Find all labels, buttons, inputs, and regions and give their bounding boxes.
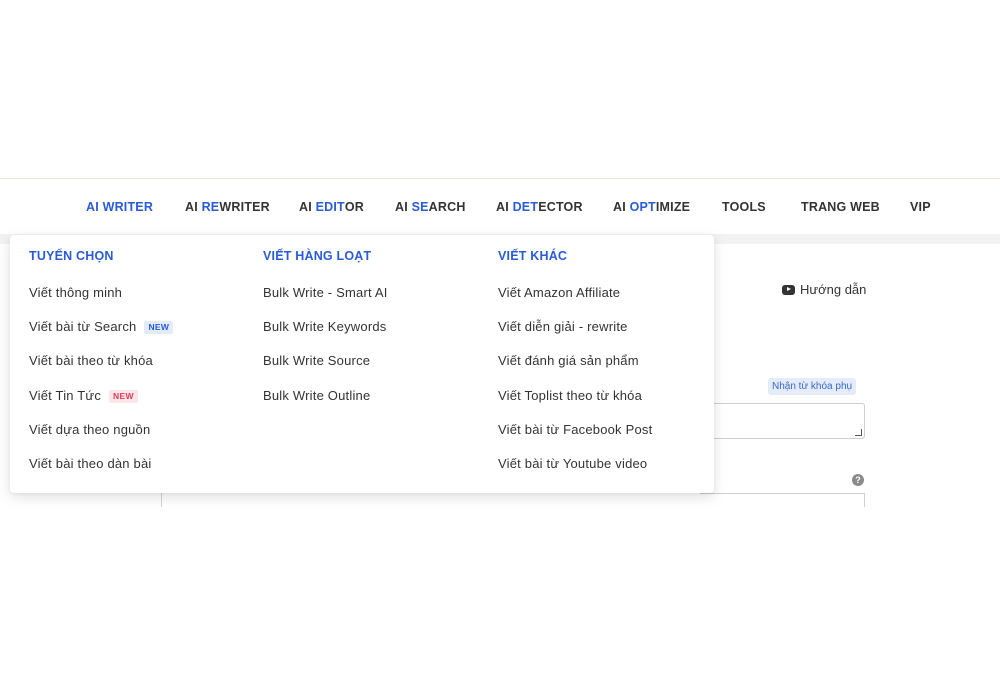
nav-label: TRANG WEB — [801, 200, 880, 214]
nav-label-prefix: AI — [613, 200, 630, 214]
menu-column-title: VIẾT HÀNG LOẠT — [263, 249, 372, 263]
menu-item-label: Bulk Write Keywords — [263, 319, 387, 335]
nav-ai-editor[interactable]: AI EDIT OR — [299, 179, 364, 235]
menu-item-label: Viết bài từ Facebook Post — [498, 421, 653, 437]
question-icon[interactable]: ? — [852, 474, 864, 486]
help-link-label: Hướng dẫn — [800, 282, 867, 297]
menu-column-other: VIẾT KHÁC Viết Amazon Affiliate Viết diễ… — [498, 249, 652, 490]
text-input[interactable] — [700, 493, 865, 507]
menu-list: Bulk Write - Smart AI Bulk Write Keyword… — [263, 285, 388, 422]
nav-label-highlight: EDIT — [315, 200, 345, 214]
ai-writer-dropdown-menu: TUYỂN CHỌN Viết thông minh Viết bài từ S… — [10, 235, 714, 493]
menu-list: Viết Amazon Affiliate Viết diễn giải - r… — [498, 285, 652, 490]
menu-item[interactable]: Viết dựa theo nguồn — [29, 422, 173, 456]
menu-item[interactable]: Viết thông minh — [29, 285, 173, 319]
menu-item-label: Viết dựa theo nguồn — [29, 421, 151, 437]
menu-item-label: Viết bài từ Search — [29, 319, 137, 335]
nav-label-suffix: ECTOR — [538, 200, 583, 214]
menu-column-featured: TUYỂN CHỌN Viết thông minh Viết bài từ S… — [29, 249, 174, 490]
menu-item[interactable]: Viết đánh giá sản phẩm — [498, 353, 652, 387]
new-badge: NEW — [144, 321, 174, 335]
menu-item[interactable]: Bulk Write Outline — [263, 388, 388, 422]
divider — [161, 493, 162, 507]
menu-item-label: Viết đánh giá sản phẩm — [498, 353, 639, 369]
menu-list: Viết thông minh Viết bài từ Search NEW Vi… — [29, 285, 174, 490]
nav-ai-optimize[interactable]: AI OPT IMIZE — [613, 179, 690, 235]
menu-item[interactable]: Viết bài từ Youtube video — [498, 456, 652, 490]
menu-item[interactable]: Viết Toplist theo từ khóa — [498, 388, 652, 422]
nav-label-highlight: AI WRITER — [86, 200, 154, 214]
menu-item[interactable]: Viết bài theo từ khóa — [29, 353, 173, 387]
menu-item-label: Viết Amazon Affiliate — [498, 285, 621, 300]
menu-item[interactable]: Viết bài từ Search NEW — [29, 319, 174, 353]
page-header-area — [0, 0, 1000, 178]
menu-item-label: Viết thông minh — [29, 285, 123, 300]
help-link[interactable]: Hướng dẫn — [782, 282, 866, 297]
menu-item[interactable]: Viết Tin Tức NEW — [29, 388, 173, 422]
nav-ai-search[interactable]: AI SE ARCH — [395, 179, 466, 235]
keyword-textarea[interactable] — [700, 403, 865, 439]
menu-item[interactable]: Bulk Write Source — [263, 353, 388, 387]
menu-item-label: Viết bài theo dàn bài — [29, 455, 152, 471]
nav-label-suffix: ARCH — [428, 200, 466, 214]
nav-label: TOOLS — [722, 200, 766, 214]
menu-item-label: Viết bài theo từ khóa — [29, 353, 153, 369]
menu-item-label: Bulk Write Outline — [263, 387, 371, 403]
menu-item[interactable]: Bulk Write Keywords — [263, 319, 388, 353]
menu-item[interactable]: Bulk Write - Smart AI — [263, 285, 388, 319]
menu-item-label: Viết Toplist theo từ khóa — [498, 387, 643, 403]
nav-label-highlight: OPT — [629, 200, 656, 214]
youtube-icon — [782, 284, 795, 295]
nav-ai-rewriter[interactable]: AI RE WRITER — [185, 179, 270, 235]
nav-tools[interactable]: TOOLS — [722, 179, 766, 235]
new-badge: NEW — [109, 389, 138, 403]
nav-ai-detector[interactable]: AI DET ECTOR — [496, 179, 583, 235]
menu-item[interactable]: Viết Amazon Affiliate — [498, 285, 652, 319]
menu-item-label: Bulk Write Source — [263, 353, 371, 369]
menu-column-title: VIẾT KHÁC — [498, 249, 568, 263]
menu-item-label: Viết diễn giải - rewrite — [498, 319, 628, 335]
nav-label-prefix: AI — [185, 200, 202, 214]
nav-label-suffix: WRITER — [219, 200, 270, 214]
menu-item-label: Viết bài từ Youtube video — [498, 455, 648, 471]
nav-ai-writer[interactable]: AI WRITER — [86, 179, 153, 235]
nav-vip[interactable]: VIP — [910, 179, 931, 235]
resize-handle-icon[interactable] — [855, 429, 862, 436]
menu-item[interactable]: Viết diễn giải - rewrite — [498, 319, 652, 353]
nav-label: VIP — [910, 200, 931, 214]
nav-trang-web[interactable]: TRANG WEB — [801, 179, 880, 235]
menu-column-title: TUYỂN CHỌN — [29, 249, 114, 263]
nav-label-prefix: AI — [395, 200, 412, 214]
nav-label-highlight: SE — [411, 200, 429, 214]
nav-label-highlight: RE — [201, 200, 220, 214]
menu-column-bulk: VIẾT HÀNG LOẠT Bulk Write - Smart AI Bul… — [263, 249, 388, 422]
nav-label-suffix: IMIZE — [655, 200, 691, 214]
nav-label-prefix: AI — [496, 200, 513, 214]
menu-item-label: Viết Tin Tức — [29, 387, 102, 403]
main-navbar: AI WRITER AI RE WRITER AI EDIT OR AI SE ARC… — [0, 178, 1000, 234]
nav-label-highlight: DET — [512, 200, 539, 214]
nav-label-suffix: OR — [344, 200, 365, 214]
menu-item-label: Bulk Write - Smart AI — [263, 285, 388, 300]
get-sub-keywords-button[interactable]: Nhận từ khóa phụ — [768, 378, 857, 395]
menu-item[interactable]: Viết bài từ Facebook Post — [498, 422, 652, 456]
nav-label-prefix: AI — [299, 200, 316, 214]
menu-item[interactable]: Viết bài theo dàn bài — [29, 456, 173, 490]
